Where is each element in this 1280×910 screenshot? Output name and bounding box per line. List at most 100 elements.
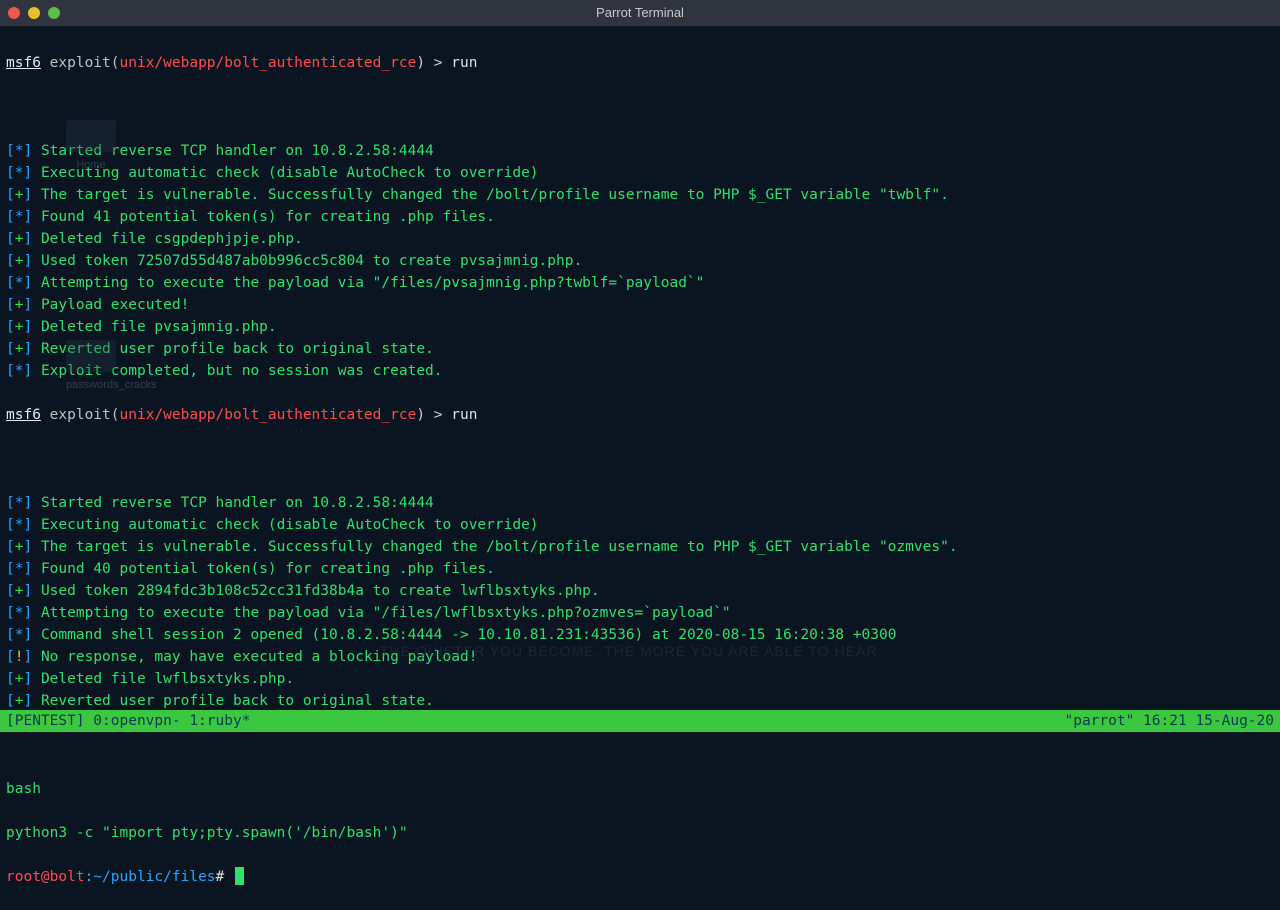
output-message: Deleted file lwflbsxtyks.php.: [41, 671, 294, 687]
output-line: [*] Started reverse TCP handler on 10.8.…: [6, 492, 1274, 514]
bracket-open: [: [6, 143, 15, 159]
bracket-open: [: [6, 495, 15, 511]
shell-bash: bash: [6, 778, 1274, 800]
bracket-close: ]: [23, 627, 32, 643]
output-message: Executing automatic check (disable AutoC…: [41, 165, 539, 181]
bracket-open: [: [6, 627, 15, 643]
root-path: :~/public/files: [85, 869, 216, 885]
output-line: [*] Started reverse TCP handler on 10.8.…: [6, 140, 1274, 162]
command-input: run: [451, 407, 477, 423]
titlebar: Parrot Terminal: [0, 0, 1280, 26]
msf-label: msf6: [6, 407, 41, 423]
output-line: [!] No response, may have executed a blo…: [6, 646, 1274, 668]
bracket-close: ]: [23, 517, 32, 533]
output-message: Reverted user profile back to original s…: [41, 341, 434, 357]
bracket-close: ]: [23, 297, 32, 313]
bracket-close: ]: [23, 165, 32, 181]
output-message: Executing automatic check (disable AutoC…: [41, 517, 539, 533]
output-line: [+] Deleted file csgpdephjpje.php.: [6, 228, 1274, 250]
output-message: Started reverse TCP handler on 10.8.2.58…: [41, 495, 434, 511]
output-line: [*] Executing automatic check (disable A…: [6, 514, 1274, 536]
bracket-close: ]: [23, 275, 32, 291]
window-controls: [8, 7, 60, 19]
output-message: Used token 72507d55d487ab0b996cc5c804 to…: [41, 253, 582, 269]
output-line: [*] Command shell session 2 opened (10.8…: [6, 624, 1274, 646]
bracket-open: [: [6, 693, 15, 709]
output-message: Deleted file csgpdephjpje.php.: [41, 231, 303, 247]
output-line: [+] Reverted user profile back to origin…: [6, 690, 1274, 712]
prompt-close: ) >: [416, 407, 451, 423]
output-message: Started reverse TCP handler on 10.8.2.58…: [41, 143, 434, 159]
output-line: [+] Used token 72507d55d487ab0b996cc5c80…: [6, 250, 1274, 272]
bracket-open: [: [6, 209, 15, 225]
bracket-open: [: [6, 561, 15, 577]
maximize-icon[interactable]: [48, 7, 60, 19]
terminal-output[interactable]: msf6 exploit(unix/webapp/bolt_authentica…: [0, 26, 1280, 910]
prompt-line: msf6 exploit(unix/webapp/bolt_authentica…: [6, 52, 1274, 74]
command-input: run: [451, 55, 477, 71]
shell-python: python3 -c "import pty;pty.spawn('/bin/b…: [6, 822, 1274, 844]
status-left: [PENTEST] 0:openvpn- 1:ruby*: [6, 710, 250, 732]
output-message: Attempting to execute the payload via "/…: [41, 605, 731, 621]
bracket-open: [: [6, 319, 15, 335]
output-line: [+] Payload executed!: [6, 294, 1274, 316]
output-line: [*] Attempting to execute the payload vi…: [6, 602, 1274, 624]
minimize-icon[interactable]: [28, 7, 40, 19]
bracket-close: ]: [23, 693, 32, 709]
bracket-open: [: [6, 539, 15, 555]
output-line: [*] Found 40 potential token(s) for crea…: [6, 558, 1274, 580]
output-message: Found 40 potential token(s) for creating…: [41, 561, 495, 577]
bracket-close: ]: [23, 187, 32, 203]
bracket-open: [: [6, 231, 15, 247]
output-line: [+] Reverted user profile back to origin…: [6, 338, 1274, 360]
prompt-hash: #: [216, 869, 233, 885]
output-line: [+] Deleted file lwflbsxtyks.php.: [6, 668, 1274, 690]
bracket-close: ]: [23, 583, 32, 599]
prompt-line: msf6 exploit(unix/webapp/bolt_authentica…: [6, 404, 1274, 426]
output-message: Used token 2894fdc3b108c52cc31fd38b4a to…: [41, 583, 600, 599]
bracket-open: [: [6, 649, 15, 665]
output-line: [+] The target is vulnerable. Successful…: [6, 184, 1274, 206]
exploit-label: exploit(: [41, 407, 120, 423]
bracket-close: ]: [23, 253, 32, 269]
blank-line: [6, 96, 1274, 118]
output-line: [+] Deleted file pvsajmnig.php.: [6, 316, 1274, 338]
output-line: [+] The target is vulnerable. Successful…: [6, 536, 1274, 558]
output-message: Found 41 potential token(s) for creating…: [41, 209, 495, 225]
bracket-close: ]: [23, 561, 32, 577]
output-message: Deleted file pvsajmnig.php.: [41, 319, 277, 335]
output-line: [*] Exploit completed, but no session wa…: [6, 360, 1274, 382]
output-line: [+] Used token 2894fdc3b108c52cc31fd38b4…: [6, 580, 1274, 602]
bracket-open: [: [6, 605, 15, 621]
bracket-close: ]: [23, 363, 32, 379]
output-message: Payload executed!: [41, 297, 189, 313]
bracket-open: [: [6, 341, 15, 357]
output-line: [*] Executing automatic check (disable A…: [6, 162, 1274, 184]
bracket-open: [: [6, 363, 15, 379]
output-message: No response, may have executed a blockin…: [41, 649, 478, 665]
blank-line: [6, 448, 1274, 470]
output-message: Command shell session 2 opened (10.8.2.5…: [41, 627, 897, 643]
bracket-close: ]: [23, 605, 32, 621]
bracket-close: ]: [23, 649, 32, 665]
output-message: The target is vulnerable. Successfully c…: [41, 187, 949, 203]
close-icon[interactable]: [8, 7, 20, 19]
bracket-close: ]: [23, 495, 32, 511]
bracket-close: ]: [23, 319, 32, 335]
tmux-statusbar: [PENTEST] 0:openvpn- 1:ruby* "parrot" 16…: [0, 710, 1280, 732]
output-message: The target is vulnerable. Successfully c…: [41, 539, 958, 555]
module-path: unix/webapp/bolt_authenticated_rce: [120, 55, 417, 71]
bracket-close: ]: [23, 231, 32, 247]
bracket-open: [: [6, 583, 15, 599]
output-line: [*] Attempting to execute the payload vi…: [6, 272, 1274, 294]
bracket-close: ]: [23, 209, 32, 225]
bracket-close: ]: [23, 143, 32, 159]
root-prompt: root@bolt:~/public/files#: [6, 866, 1274, 888]
output-line: [*] Found 41 potential token(s) for crea…: [6, 206, 1274, 228]
module-path: unix/webapp/bolt_authenticated_rce: [120, 407, 417, 423]
output-message: Reverted user profile back to original s…: [41, 693, 434, 709]
output-message: Exploit completed, but no session was cr…: [41, 363, 443, 379]
blank-line: [6, 734, 1274, 756]
bracket-open: [: [6, 275, 15, 291]
cursor: [235, 867, 244, 885]
